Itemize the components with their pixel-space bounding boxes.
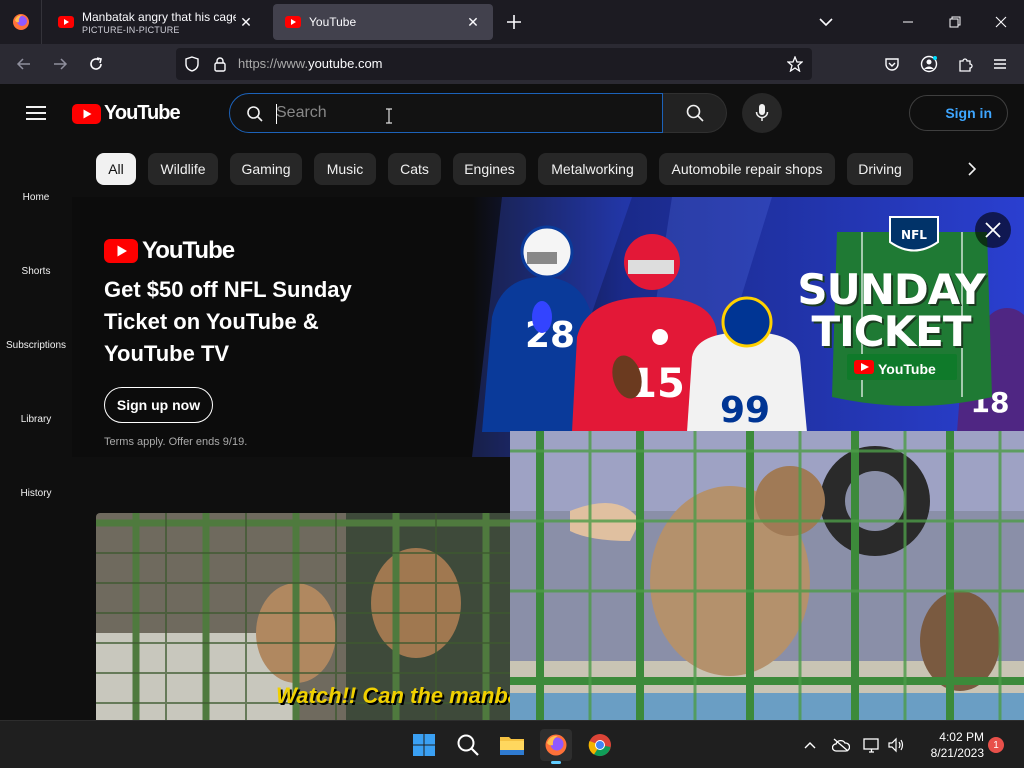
- screen: Manbatak angry that his cage is PICTURE-…: [0, 0, 1024, 768]
- youtube-favicon-icon: [58, 14, 74, 30]
- sign-in-label: Sign in: [945, 105, 992, 121]
- notification-badge[interactable]: 1: [988, 737, 1004, 753]
- windows-start-icon[interactable]: [408, 729, 440, 761]
- tracking-protection-shield-icon[interactable]: [184, 56, 200, 72]
- tab-subtitle: PICTURE-IN-PICTURE: [82, 24, 180, 35]
- voice-search-button[interactable]: [742, 93, 782, 133]
- bookmark-star-icon[interactable]: [787, 56, 803, 72]
- banner-terms-text: Terms apply. Offer ends 9/19.: [104, 436, 248, 448]
- youtube-logo[interactable]: YouTube: [72, 102, 181, 125]
- banner-headline: Get $50 off NFL Sunday Ticket on YouTube…: [104, 277, 352, 366]
- clock-date: 8/21/2023: [930, 746, 984, 760]
- youtube-play-logo-icon: [104, 239, 138, 263]
- picture-in-picture-player[interactable]: [510, 431, 1024, 720]
- guide-menu-icon[interactable]: [24, 101, 48, 125]
- url-text[interactable]: https://www.youtube.com: [238, 56, 383, 71]
- search-icon: [686, 104, 704, 122]
- tab-close-icon[interactable]: ✕: [236, 12, 256, 32]
- promo-banner-ad[interactable]: 28 15 99 18 NFL YouTube YouTube Get $50 …: [72, 197, 1024, 457]
- firefox-menu-icon[interactable]: [0, 0, 42, 44]
- close-ad-icon[interactable]: [975, 212, 1011, 248]
- search-button[interactable]: [663, 93, 727, 133]
- network-monitor-icon[interactable]: [862, 735, 882, 755]
- browser-navigation-bar: https://www.youtube.com: [0, 44, 1024, 84]
- microphone-icon: [755, 104, 769, 121]
- banner-youtube-logo: YouTube: [104, 237, 235, 265]
- chip-gaming[interactable]: Gaming: [230, 153, 302, 185]
- account-avatar-icon[interactable]: [917, 52, 941, 76]
- tab-text: YouTube: [309, 15, 463, 29]
- show-hidden-icons-chevron-icon[interactable]: [800, 735, 820, 755]
- video-thumbnail[interactable]: Watch!! Can the manbatak op: [96, 513, 510, 720]
- taskbar-search-icon[interactable]: [452, 729, 484, 761]
- restore-window-icon[interactable]: [940, 8, 970, 36]
- volume-speaker-icon[interactable]: [886, 735, 906, 755]
- youtube-masthead: YouTube Sign in: [0, 84, 1024, 142]
- search-box[interactable]: [229, 93, 663, 133]
- sidebar-item-subscriptions[interactable]: Subscriptions: [0, 340, 72, 351]
- firefox-taskbar-icon[interactable]: [540, 729, 572, 764]
- back-arrow-icon[interactable]: [12, 52, 36, 76]
- ibeam-mouse-cursor-icon: [386, 108, 392, 124]
- browser-tab-strip: Manbatak angry that his cage is PICTURE-…: [0, 0, 1024, 44]
- chip-music[interactable]: Music: [314, 153, 376, 185]
- chip-engines[interactable]: Engines: [453, 153, 526, 185]
- tab-pip-video[interactable]: Manbatak angry that his cage is PICTURE-…: [46, 4, 266, 40]
- sidebar-item-shorts[interactable]: Shorts: [0, 266, 72, 277]
- reload-icon[interactable]: [84, 52, 108, 76]
- minimize-window-icon[interactable]: [893, 8, 923, 36]
- sunday-ticket-youtube-logo: YouTube: [878, 361, 936, 377]
- search-icon: [246, 105, 264, 128]
- chrome-taskbar-icon[interactable]: [584, 729, 616, 761]
- tab-title: YouTube: [309, 15, 357, 29]
- url-bar[interactable]: https://www.youtube.com: [176, 48, 812, 80]
- app-menu-hamburger-icon[interactable]: [988, 52, 1012, 76]
- forward-arrow-icon[interactable]: [48, 52, 72, 76]
- sunday-ticket-title: SUNDAY TICKET: [797, 265, 985, 356]
- extensions-puzzle-icon[interactable]: [953, 52, 977, 76]
- sidebar-item-history[interactable]: History: [0, 488, 72, 499]
- sidebar-item-home[interactable]: Home: [0, 192, 72, 203]
- sidebar-item-library[interactable]: Library: [0, 414, 72, 425]
- banner-logo-text: YouTube: [142, 237, 235, 264]
- mini-guide-sidebar: Home Shorts Subscriptions Library Histor…: [0, 142, 72, 720]
- youtube-play-logo-icon: [72, 103, 101, 124]
- pip-video-frame-monkeys: [510, 431, 1024, 720]
- pocket-icon[interactable]: [880, 52, 904, 76]
- tab-text: Manbatak angry that his cage is PICTURE-…: [82, 10, 236, 35]
- close-window-icon[interactable]: [986, 8, 1016, 36]
- youtube-logo-text: YouTube: [104, 102, 181, 124]
- taskbar-clock[interactable]: 4:02 PM 8/21/2023: [912, 729, 984, 761]
- file-explorer-folder-icon[interactable]: [496, 729, 528, 761]
- list-all-tabs-chevron-icon[interactable]: [814, 10, 838, 34]
- youtube-favicon-icon: [285, 14, 301, 30]
- jersey-number: 99: [720, 390, 770, 431]
- sign-in-button[interactable]: Sign in: [909, 95, 1008, 131]
- chip-driving[interactable]: Driving: [847, 153, 913, 185]
- new-tab-plus-icon[interactable]: [502, 10, 526, 34]
- chip-all[interactable]: All: [96, 153, 136, 185]
- tab-close-icon[interactable]: ✕: [463, 12, 483, 32]
- windows-taskbar: 4:02 PM 8/21/2023 1: [0, 720, 1024, 768]
- chip-cats[interactable]: Cats: [388, 153, 441, 185]
- chip-metalworking[interactable]: Metalworking: [538, 153, 647, 185]
- nfl-shield-logo: NFL: [901, 228, 927, 242]
- search-input[interactable]: [276, 102, 646, 124]
- url-host: youtube.com: [308, 56, 383, 71]
- tab-youtube[interactable]: YouTube ✕: [273, 4, 493, 40]
- chip-automobile-repair-shops[interactable]: Automobile repair shops: [659, 153, 835, 185]
- filter-chip-bar: All Wildlife Gaming Music Cats Engines M…: [0, 142, 1024, 196]
- clock-time: 4:02 PM: [939, 730, 984, 744]
- tab-title: Manbatak angry that his cage is: [82, 9, 236, 24]
- chip-wildlife[interactable]: Wildlife: [148, 153, 218, 185]
- url-scheme: https://www.: [238, 56, 309, 71]
- thumbnail-caption: Watch!! Can the manbatak op: [276, 683, 510, 708]
- text-cursor: [276, 104, 277, 124]
- cloud-sync-icon[interactable]: [831, 735, 851, 755]
- lock-icon[interactable]: [212, 56, 228, 72]
- sign-up-now-button[interactable]: Sign up now: [104, 387, 213, 423]
- chip-scroll-right-chevron-icon[interactable]: [956, 153, 988, 185]
